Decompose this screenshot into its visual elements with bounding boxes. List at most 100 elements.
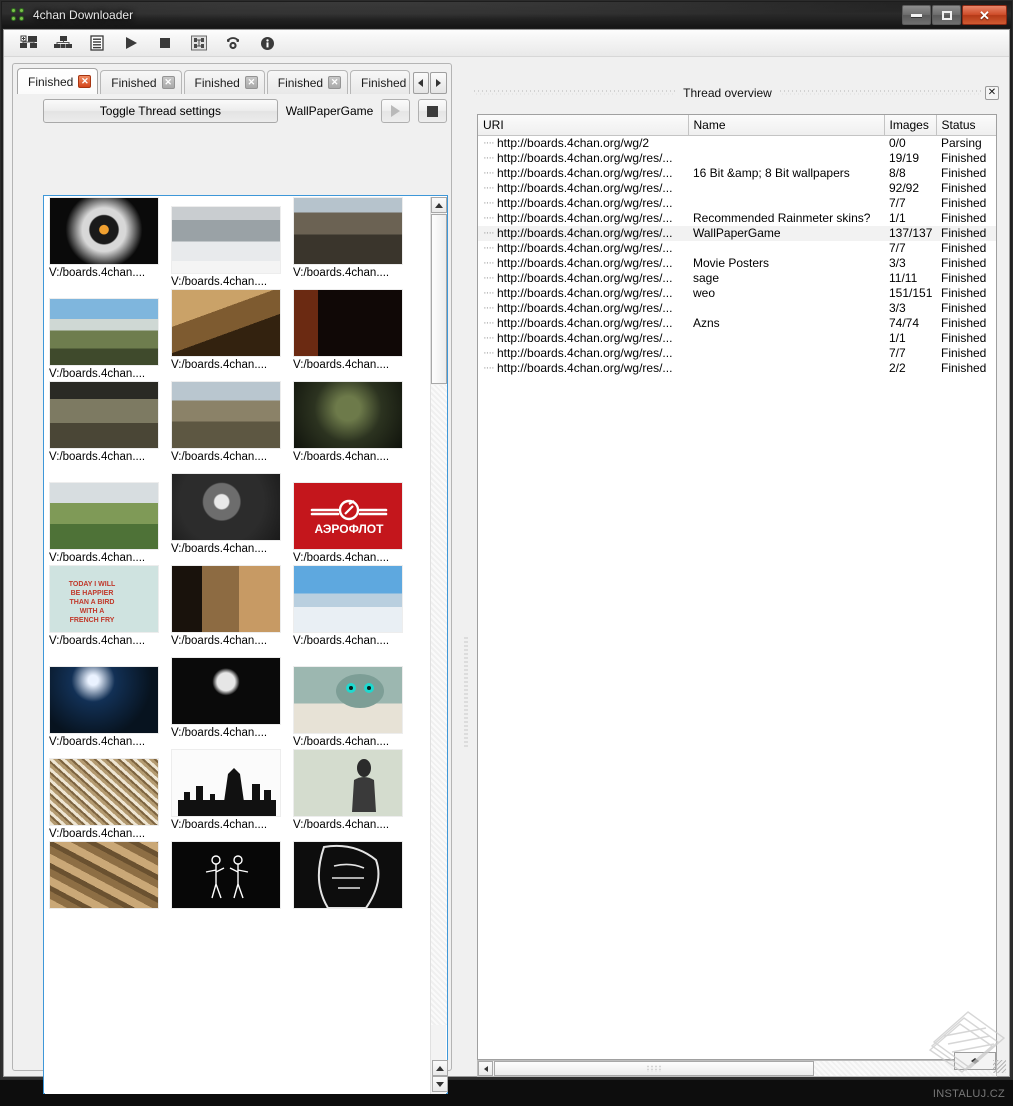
stop-thread-button[interactable] <box>418 99 447 123</box>
minimize-button[interactable] <box>902 5 931 25</box>
add-multiple-threads-icon[interactable] <box>48 31 78 55</box>
cell-name: Azns <box>688 316 884 331</box>
svg-text:THAN A BIRD: THAN A BIRD <box>70 599 115 606</box>
tab-close-icon[interactable]: ✕ <box>328 76 341 89</box>
cell-uri: ····http://boards.4chan.org/wg/res/... <box>478 286 688 301</box>
thumbnail-item[interactable]: V:/boards.4chan.... <box>293 565 415 648</box>
tree-branch-icon: ···· <box>483 241 497 256</box>
thumbnail-item[interactable] <box>171 841 293 910</box>
add-thread-icon[interactable] <box>14 31 44 55</box>
dock-header[interactable]: Thread overview ✕ <box>474 82 1004 104</box>
start-all-icon[interactable] <box>116 31 146 55</box>
thumbnail-item[interactable]: АЭРОФЛОТ V:/boards.4chan.... <box>293 473 415 565</box>
column-header-images[interactable]: Images <box>884 115 936 135</box>
start-thread-button[interactable] <box>381 99 410 123</box>
thumbnail-item[interactable]: V:/boards.4chan.... <box>49 289 171 381</box>
tab-close-icon[interactable]: ✕ <box>245 76 258 89</box>
table-row[interactable]: ····http://boards.4chan.org/wg/res/...we… <box>478 286 996 301</box>
table-row[interactable]: ····http://boards.4chan.org/wg/20/0Parsi… <box>478 135 996 151</box>
tab-finished-2[interactable]: Finished ✕ <box>100 70 181 94</box>
table-row[interactable]: ····http://boards.4chan.org/wg/res/...19… <box>478 151 996 166</box>
thumbnail-item[interactable]: V:/boards.4chan.... <box>171 289 293 372</box>
column-header-uri[interactable]: URI <box>478 115 688 135</box>
tab-finished-3[interactable]: Finished ✕ <box>184 70 265 94</box>
list-icon[interactable] <box>82 31 112 55</box>
table-row[interactable]: ····http://boards.4chan.org/wg/res/...sa… <box>478 271 996 286</box>
stop-icon <box>427 106 438 117</box>
scrollbar-track[interactable] <box>431 385 447 1025</box>
maximize-button[interactable] <box>932 5 961 25</box>
settings-icon[interactable] <box>184 31 214 55</box>
tab-close-icon[interactable]: ✕ <box>78 75 91 88</box>
cell-name <box>688 151 884 166</box>
tab-finished-1[interactable]: Finished ✕ <box>17 68 98 94</box>
thumbnail-item[interactable]: V:/boards.4chan.... <box>49 657 171 749</box>
dock-close-button[interactable]: ✕ <box>985 86 999 100</box>
thumbnail-item[interactable]: V:/boards.4chan.... <box>49 197 171 280</box>
table-row[interactable]: ····http://boards.4chan.org/wg/res/...3/… <box>478 301 996 316</box>
table-row[interactable]: ····http://boards.4chan.org/wg/res/...92… <box>478 181 996 196</box>
scroll-left-button[interactable] <box>478 1061 493 1076</box>
thumbnail-item[interactable]: TODAY I WILL BE HAPPIER THAN A BIRD WITH… <box>49 565 171 648</box>
table-row[interactable]: ····http://boards.4chan.org/wg/res/...16… <box>478 166 996 181</box>
table-row[interactable]: ····http://boards.4chan.org/wg/res/...7/… <box>478 196 996 211</box>
thumbnail-item[interactable]: V:/boards.4chan.... <box>293 381 415 464</box>
table-row[interactable]: ····http://boards.4chan.org/wg/res/...2/… <box>478 361 996 376</box>
thread-overview-table[interactable]: URI Name Images Status ····http://boards… <box>477 114 997 1060</box>
table-row[interactable]: ····http://boards.4chan.org/wg/res/...Re… <box>478 211 996 226</box>
thread-settings-row: Toggle Thread settings WallPaperGame <box>43 98 447 124</box>
column-header-status[interactable]: Status <box>936 115 996 135</box>
thumbnail-item[interactable]: V:/boards.4chan.... <box>171 381 293 464</box>
info-icon[interactable] <box>252 31 282 55</box>
mini-nav-prev-button[interactable] <box>955 1053 975 1069</box>
scroll-down-small-button[interactable] <box>432 1076 448 1092</box>
cell-uri: ····http://boards.4chan.org/wg/res/... <box>478 166 688 181</box>
mini-nav-buttons[interactable] <box>954 1052 996 1070</box>
thumbnail-image <box>49 197 159 265</box>
tab-close-icon[interactable]: ✕ <box>162 76 175 89</box>
thumbnail-item[interactable]: V:/boards.4chan.... <box>293 749 415 832</box>
title-bar[interactable]: 4chan Downloader ✕ <box>2 2 1011 28</box>
thumbnail-item[interactable]: V:/boards.4chan.... <box>293 197 415 280</box>
table-row[interactable]: ····http://boards.4chan.org/wg/res/...Mo… <box>478 256 996 271</box>
table-row[interactable]: ····http://boards.4chan.org/wg/res/...Az… <box>478 316 996 331</box>
table-row[interactable]: ····http://boards.4chan.org/wg/res/...7/… <box>478 241 996 256</box>
thumbnail-item[interactable]: V:/boards.4chan.... <box>171 565 293 648</box>
resize-grip-icon[interactable] <box>993 1060 1006 1073</box>
hscrollbar-thumb[interactable] <box>494 1061 814 1076</box>
scroll-up-button[interactable] <box>431 197 447 213</box>
stop-all-icon[interactable] <box>150 31 180 55</box>
support-icon[interactable] <box>218 31 248 55</box>
tab-next-button[interactable] <box>430 72 447 94</box>
table-row[interactable]: ····http://boards.4chan.org/wg/res/...7/… <box>478 346 996 361</box>
thumbnail-vertical-scrollbar[interactable] <box>430 197 446 1094</box>
tab-finished-4[interactable]: Finished ✕ <box>267 70 348 94</box>
thumbnail-item[interactable]: V:/boards.4chan.... <box>49 381 171 464</box>
mini-nav-next-button[interactable] <box>975 1053 995 1069</box>
thumbnail-scroll-arrows[interactable] <box>432 1060 448 1094</box>
scrollbar-thumb[interactable] <box>431 214 447 384</box>
thumbnail-panel[interactable]: V:/boards.4chan.... V:/boards.4chan.... … <box>43 195 448 1094</box>
thumbnail-item[interactable]: V:/boards.4chan.... <box>293 289 415 372</box>
close-button[interactable]: ✕ <box>962 5 1007 25</box>
thumbnail-item[interactable]: V:/boards.4chan.... <box>171 197 293 289</box>
tab-finished-5[interactable]: Finished <box>350 70 410 94</box>
thumbnail-item[interactable]: V:/boards.4chan.... <box>49 473 171 565</box>
thumbnail-item[interactable]: V:/boards.4chan.... <box>49 749 171 841</box>
column-header-name[interactable]: Name <box>688 115 884 135</box>
thumbnail-item[interactable]: V:/boards.4chan.... <box>171 657 293 740</box>
thumbnail-item[interactable] <box>49 841 171 910</box>
thumbnail-item[interactable]: V:/boards.4chan.... <box>171 473 293 556</box>
thumbnail-item[interactable] <box>293 841 415 910</box>
table-row[interactable]: ····http://boards.4chan.org/wg/res/...Wa… <box>478 226 996 241</box>
cell-images: 11/11 <box>884 271 936 286</box>
toggle-thread-settings-button[interactable]: Toggle Thread settings <box>43 99 278 123</box>
table-row[interactable]: ····http://boards.4chan.org/wg/res/...1/… <box>478 331 996 346</box>
tab-prev-button[interactable] <box>413 72 430 94</box>
thumbnail-item[interactable]: V:/boards.4chan.... <box>293 657 415 749</box>
thumbnail-item[interactable]: V:/boards.4chan.... <box>171 749 293 832</box>
thread-table-horizontal-scrollbar[interactable] <box>477 1060 997 1077</box>
tree-branch-icon: ···· <box>483 361 497 376</box>
pane-splitter[interactable] <box>459 120 473 1060</box>
scroll-up-small-button[interactable] <box>432 1060 448 1076</box>
